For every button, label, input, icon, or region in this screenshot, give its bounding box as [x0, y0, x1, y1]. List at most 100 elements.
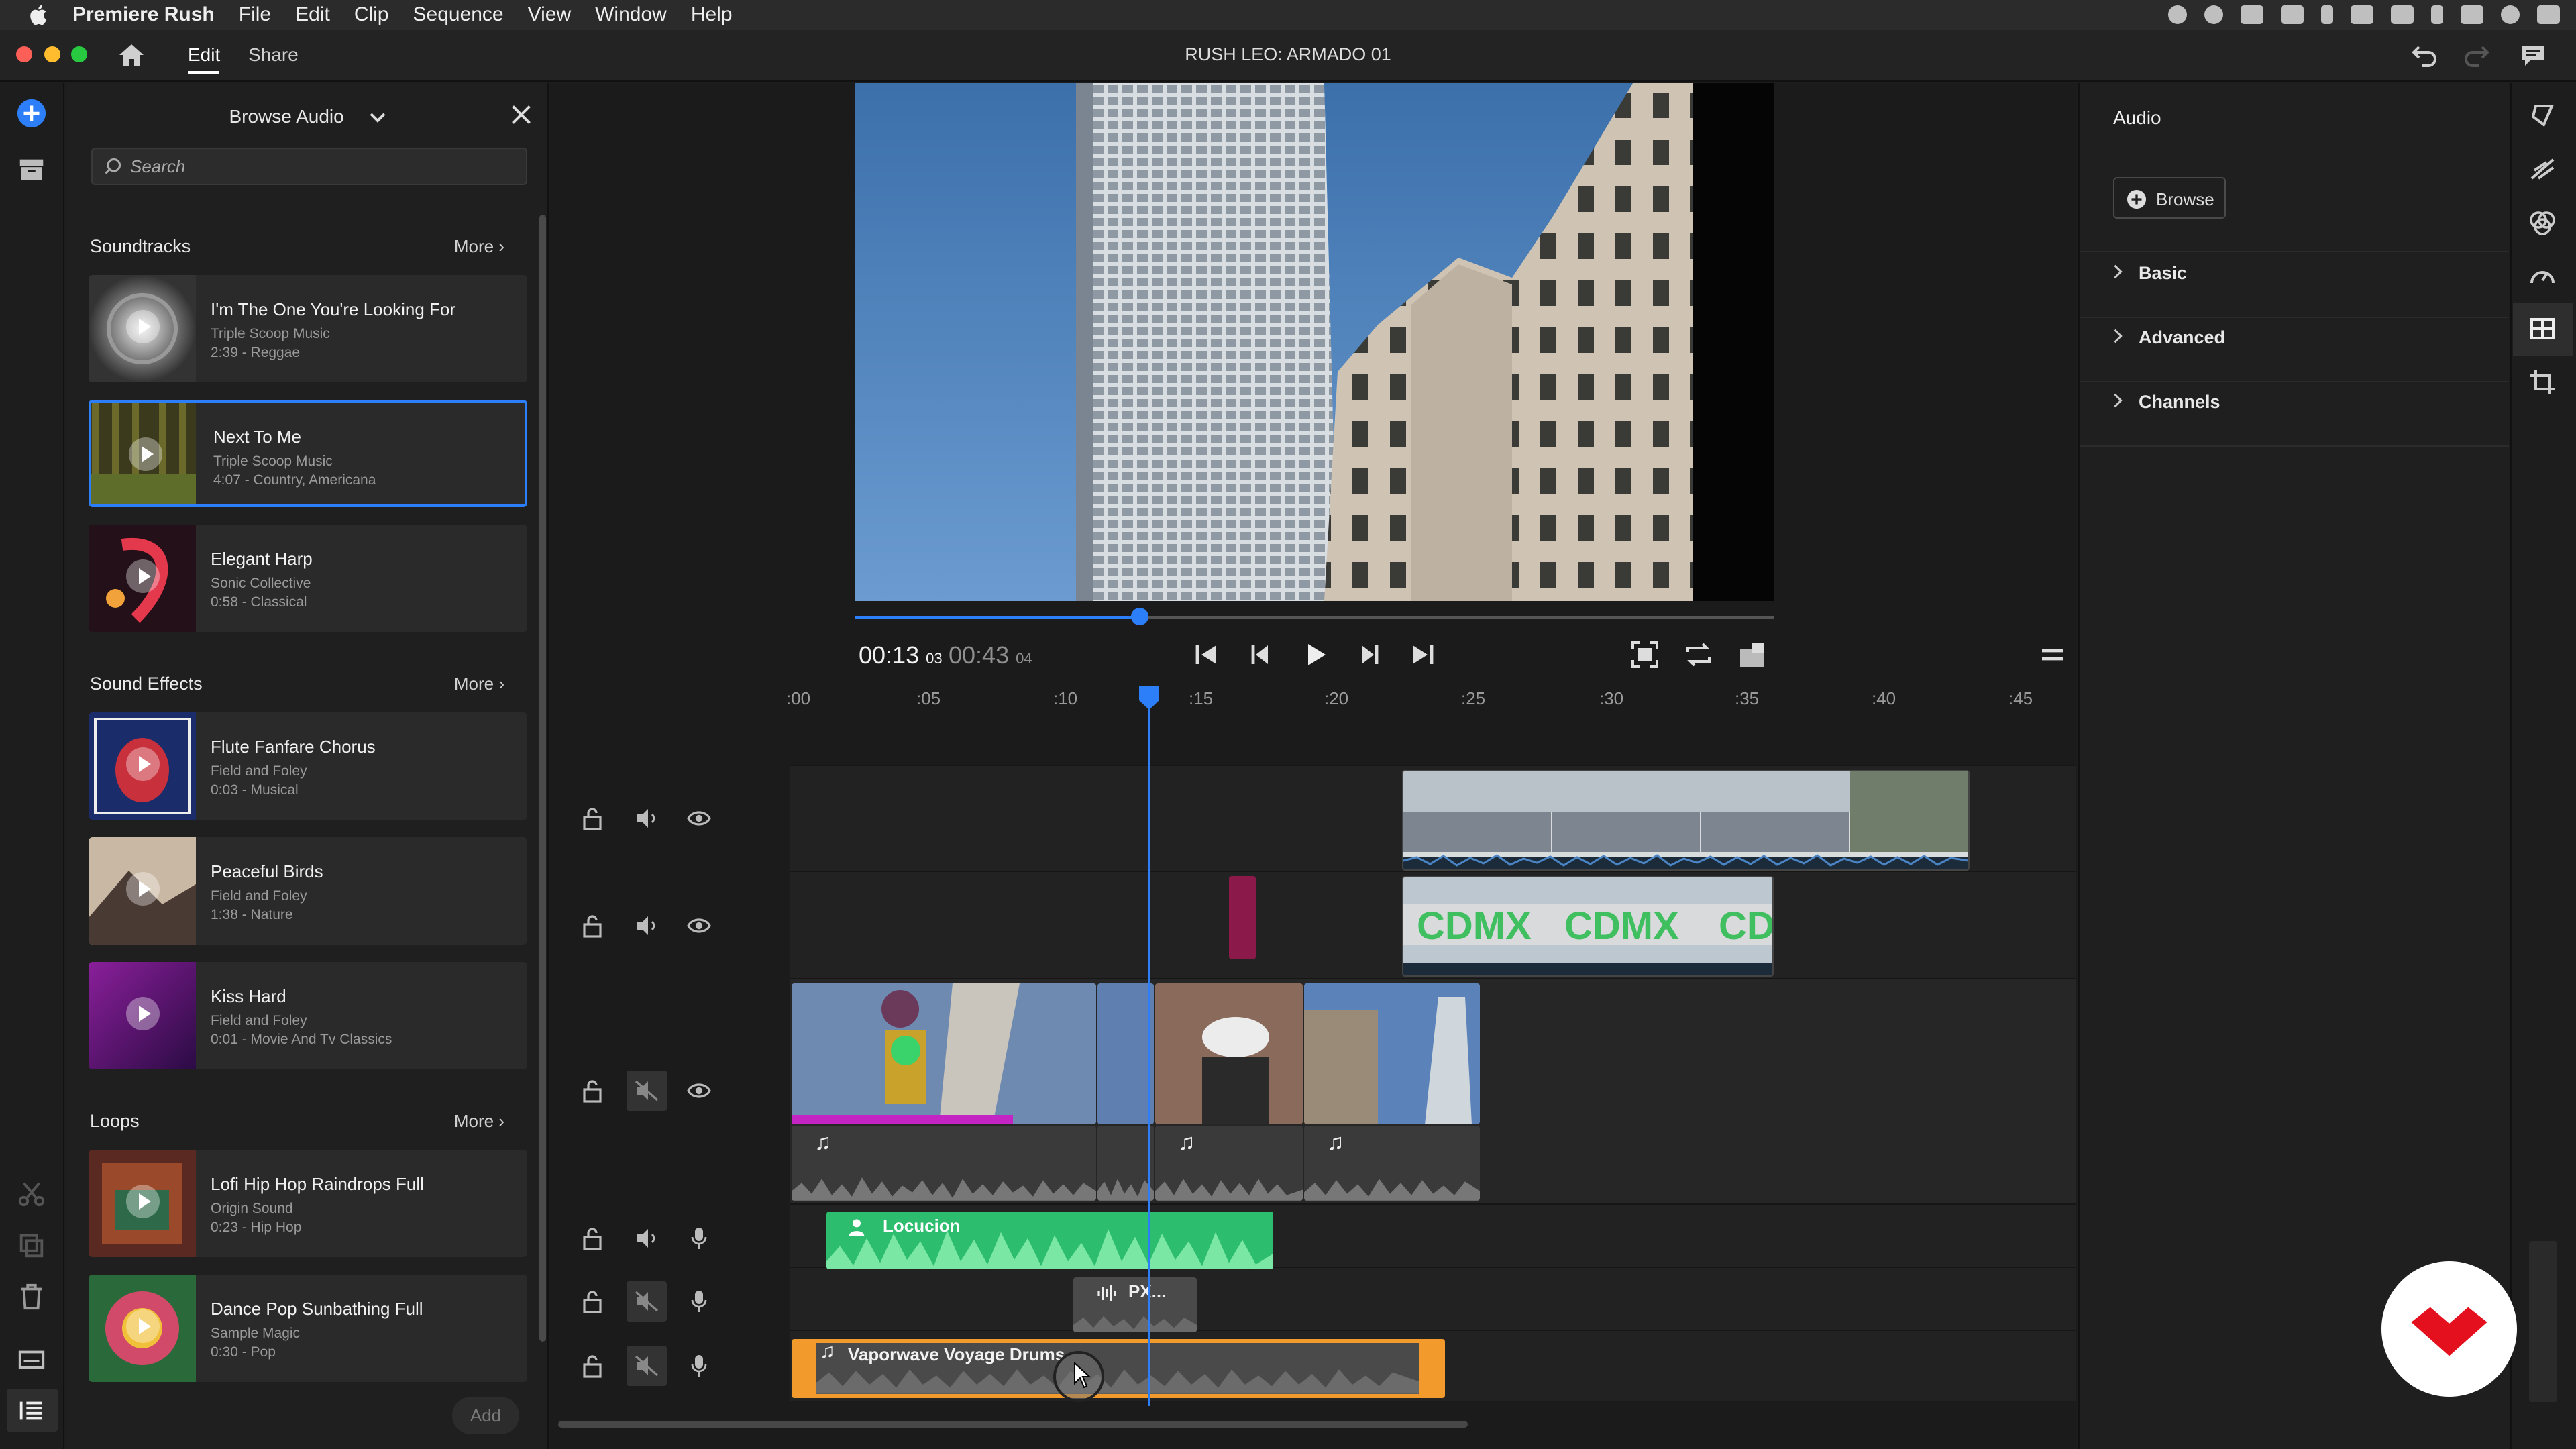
caption-icon[interactable]: [16, 1344, 47, 1375]
timeline-list-icon[interactable]: [16, 1395, 47, 1426]
video-clip-traffic-light[interactable]: [792, 983, 1096, 1124]
more-soundtracks-button[interactable]: More ›: [454, 236, 504, 257]
microphone-icon[interactable]: [690, 1354, 708, 1378]
go-to-end-icon[interactable]: [1406, 639, 1438, 671]
play-preview-button[interactable]: [126, 747, 160, 781]
video-preview[interactable]: [855, 83, 1774, 601]
accordion-advanced[interactable]: Advanced: [2113, 321, 2489, 356]
microphone-icon[interactable]: [690, 1226, 708, 1250]
play-preview-button[interactable]: [126, 872, 160, 906]
browse-dropdown[interactable]: Browse Audio: [66, 106, 549, 127]
menu-edit[interactable]: Edit: [295, 3, 330, 26]
title-clip[interactable]: [1229, 876, 1256, 959]
volume-icon[interactable]: [2461, 5, 2483, 24]
scissors-icon[interactable]: [16, 1178, 47, 1209]
audio-card[interactable]: Lofi Hip Hop Raindrops Full Origin Sound…: [89, 1150, 527, 1257]
voiceover-clip[interactable]: Locucion: [826, 1212, 1273, 1269]
audio-card[interactable]: Dance Pop Sunbathing Full Sample Magic 0…: [89, 1275, 527, 1382]
time-ruler[interactable]: :00 :05 :10 :15 :20 :25 :30 :35 :40 :45: [786, 682, 2076, 719]
right-rail-scroll[interactable]: [2529, 1241, 2557, 1402]
menu-file[interactable]: File: [239, 3, 271, 26]
step-back-icon[interactable]: [1245, 639, 1277, 671]
menu-clip[interactable]: Clip: [354, 3, 389, 26]
audio-card-selected[interactable]: Next To Me Triple Scoop Music 4:07 - Cou…: [89, 400, 527, 507]
add-media-icon[interactable]: [16, 98, 47, 129]
eye-icon[interactable]: [687, 1081, 711, 1100]
redo-icon[interactable]: [2463, 43, 2490, 67]
play-preview-button[interactable]: [126, 1309, 160, 1343]
browse-audio-button[interactable]: Browse: [2113, 177, 2226, 219]
lock-icon[interactable]: [581, 1289, 604, 1313]
eye-icon[interactable]: [687, 809, 711, 828]
spotlight-icon[interactable]: [2501, 5, 2520, 24]
microphone-icon[interactable]: [690, 1289, 708, 1313]
archive-icon[interactable]: [16, 154, 47, 185]
control-center-icon[interactable]: [2537, 5, 2560, 24]
play-preview-button[interactable]: [126, 1185, 160, 1218]
speed-icon[interactable]: [2528, 262, 2557, 291]
play-preview-button[interactable]: [129, 437, 162, 471]
eject-icon[interactable]: [2431, 5, 2443, 24]
music-clip-selected[interactable]: ♫ Vaporwave Voyage Drums: [792, 1339, 1445, 1398]
audio-card[interactable]: Elegant Harp Sonic Collective 0:58 - Cla…: [89, 525, 527, 632]
go-to-start-icon[interactable]: [1191, 639, 1223, 671]
browse-scrollbar[interactable]: [539, 215, 546, 1342]
accordion-channels[interactable]: Channels: [2113, 385, 2489, 420]
audio-card[interactable]: Peaceful Birds Field and Foley 1:38 - Na…: [89, 837, 527, 945]
timeline-scrollbar[interactable]: [558, 1421, 1468, 1428]
play-preview-button[interactable]: [126, 310, 160, 343]
menu-app-name[interactable]: Premiere Rush: [72, 3, 215, 26]
loop-icon[interactable]: [1682, 639, 1715, 671]
audio-card[interactable]: Flute Fanfare Chorus Field and Foley 0:0…: [89, 712, 527, 820]
lock-icon[interactable]: [581, 1226, 604, 1250]
video-clip-tower[interactable]: [1304, 983, 1480, 1124]
trash-icon[interactable]: [16, 1281, 47, 1312]
audio-card[interactable]: Kiss Hard Field and Foley 0:01 - Movie A…: [89, 962, 527, 1069]
audio-track-2-lane[interactable]: [790, 1267, 2076, 1330]
lock-icon[interactable]: [581, 1079, 604, 1103]
titles-icon[interactable]: [2528, 101, 2557, 130]
video-clip-cdmx[interactable]: CDMX CDMX CD: [1402, 876, 1774, 977]
creative-cloud-icon[interactable]: [2204, 5, 2223, 24]
linked-audio-clip[interactable]: ♫: [1155, 1126, 1303, 1201]
video-clip-officer[interactable]: [1155, 983, 1303, 1124]
speaker-icon[interactable]: [635, 915, 659, 936]
hamburger-menu-icon[interactable]: [2037, 639, 2069, 671]
play-preview-button[interactable]: [126, 997, 160, 1030]
menu-sequence[interactable]: Sequence: [413, 3, 504, 26]
more-loops-button[interactable]: More ›: [454, 1111, 504, 1132]
undo-icon[interactable]: [2411, 43, 2438, 67]
fit-frame-icon[interactable]: [1629, 639, 1661, 671]
aspect-ratio-icon[interactable]: [1736, 639, 1768, 671]
lock-icon[interactable]: [581, 1354, 604, 1378]
sound-effect-clip[interactable]: PX...: [1073, 1277, 1197, 1332]
linked-audio-clip[interactable]: ♫: [792, 1126, 1096, 1201]
accordion-basic[interactable]: Basic: [2113, 256, 2489, 291]
video-clip-sky[interactable]: [1097, 983, 1154, 1124]
crop-icon[interactable]: [2528, 368, 2557, 397]
airplay-icon[interactable]: [2281, 5, 2304, 24]
search-input[interactable]: [130, 149, 513, 184]
linked-audio-clip[interactable]: [1097, 1126, 1154, 1201]
transitions-icon[interactable]: [2528, 154, 2557, 184]
menu-help[interactable]: Help: [691, 3, 733, 26]
wifi-icon[interactable]: [2351, 5, 2373, 24]
duplicate-icon[interactable]: [16, 1230, 47, 1261]
eye-icon[interactable]: [687, 916, 711, 935]
lock-icon[interactable]: [581, 914, 604, 938]
menu-view[interactable]: View: [528, 3, 571, 26]
playhead-handle[interactable]: [1139, 686, 1159, 710]
close-panel-icon[interactable]: [511, 105, 531, 125]
lock-icon[interactable]: [581, 806, 604, 830]
color-icon[interactable]: [2528, 208, 2557, 237]
apple-icon[interactable]: [27, 3, 48, 26]
add-button[interactable]: Add: [452, 1397, 519, 1434]
printer-icon[interactable]: [2241, 5, 2263, 24]
feedback-icon[interactable]: [2520, 43, 2546, 67]
linked-audio-clip[interactable]: ♫: [1304, 1126, 1480, 1201]
step-forward-icon[interactable]: [1352, 639, 1385, 671]
audio-card[interactable]: I'm The One You're Looking For Triple Sc…: [89, 275, 527, 382]
scrub-handle[interactable]: [1130, 608, 1148, 625]
record-icon[interactable]: [2168, 5, 2187, 24]
more-sound-effects-button[interactable]: More ›: [454, 674, 504, 694]
